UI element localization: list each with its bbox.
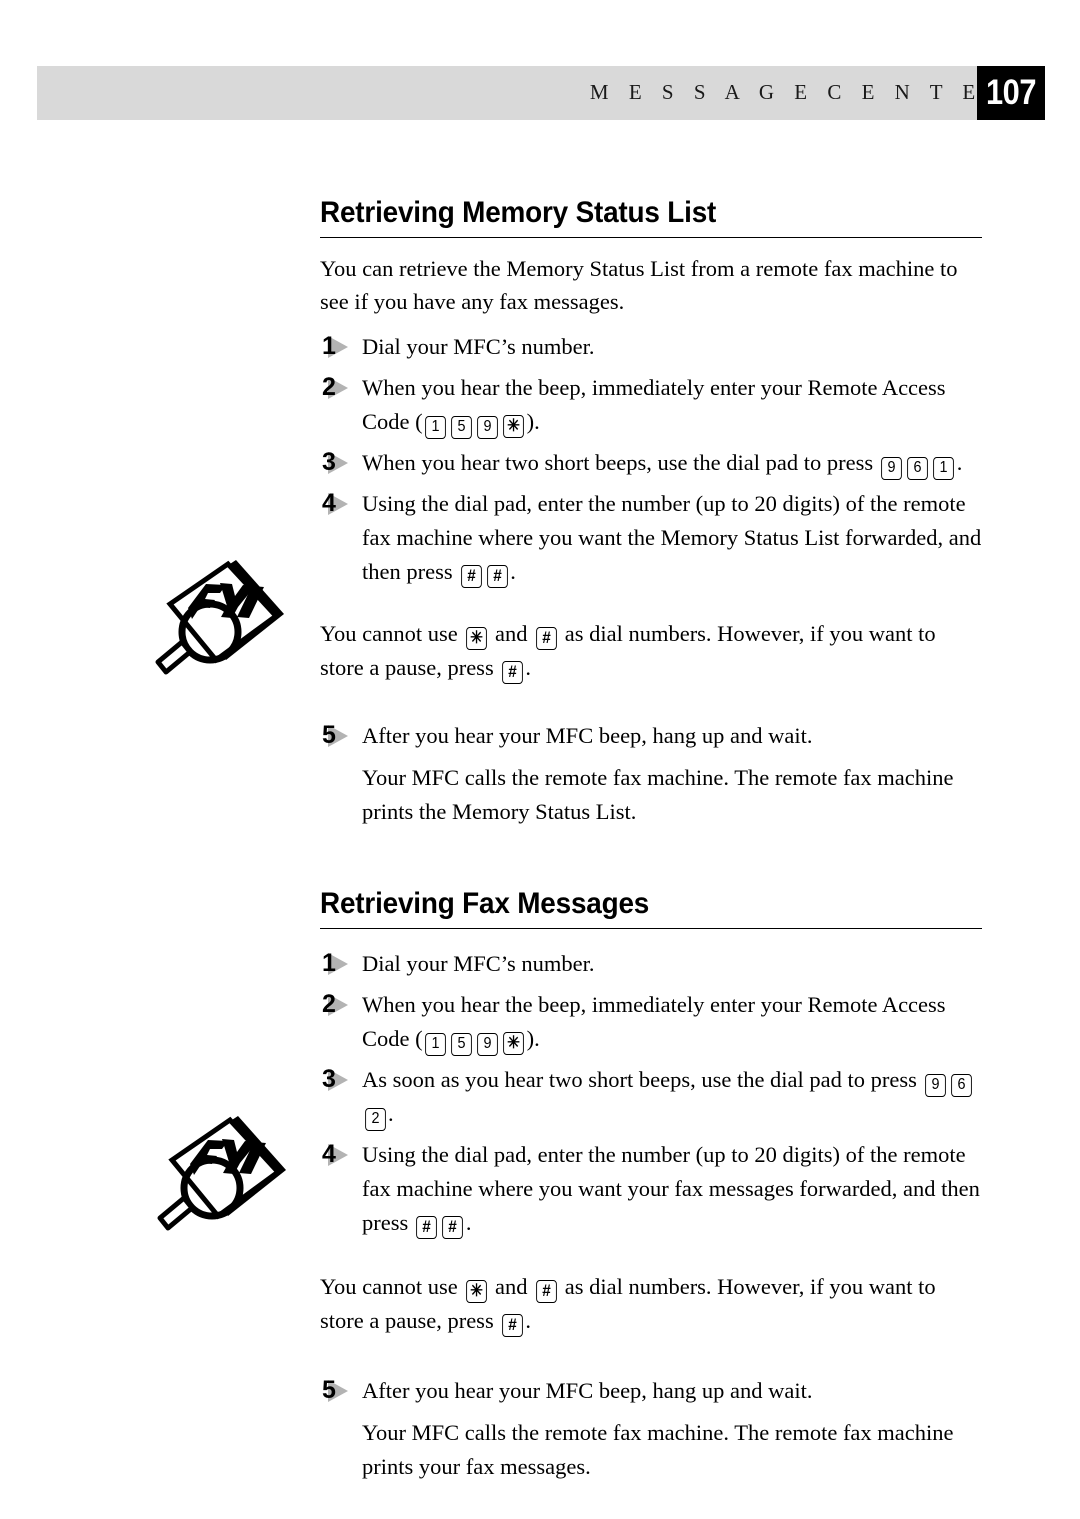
dialpad-key: 2 [364, 1108, 386, 1131]
step-marker: 5 [320, 1376, 354, 1405]
step-item: 5 After you hear your MFC beep, hang up a… [320, 1374, 982, 1408]
fyi-note-part: . [525, 655, 531, 680]
step-text-tail: . [388, 1101, 394, 1126]
dialpad-key: 9 [925, 1074, 946, 1097]
step-number: 5 [322, 721, 336, 749]
dialpad-key-hash: # [501, 661, 523, 684]
step-text-tail: ). [526, 409, 540, 434]
step-text: When you hear the beep, immediately ente… [362, 375, 946, 434]
step-number: 1 [322, 949, 336, 977]
dialpad-key: 6 [951, 1074, 972, 1097]
dialpad-key-asterisk: ✳ [465, 627, 487, 650]
fyi-icon [150, 1112, 290, 1234]
step-marker: 4 [320, 489, 354, 518]
dialpad-key-hash: # [486, 565, 508, 588]
section-retrieving-fax-messages: Retrieving Fax Messages 1 Dial your MFC’s… [320, 887, 982, 1484]
step-number: 4 [322, 1140, 336, 1168]
fyi-note-text: You cannot use ✳ and # as dial numbers. … [320, 1270, 982, 1338]
dialpad-key: 1 [933, 457, 955, 480]
dialpad-key-hash: # [416, 1216, 438, 1239]
dialpad-key-asterisk: ✳ [465, 1280, 487, 1303]
step-marker: 3 [320, 1065, 354, 1094]
dialpad-key-hash: # [535, 1280, 557, 1303]
dialpad-key: 9 [477, 416, 498, 439]
page-number: 107 [985, 73, 1037, 112]
section-heading: Retrieving Fax Messages [320, 887, 982, 929]
step-number: 3 [322, 1065, 336, 1093]
dialpad-key-asterisk: ✳ [503, 1032, 524, 1055]
step-text: When you hear the beep, immediately ente… [362, 992, 946, 1051]
dialpad-key-hash: # [535, 627, 557, 650]
step-number: 4 [322, 489, 336, 517]
step-list: 1 Dial your MFC’s number. 2 When you hear … [320, 330, 982, 589]
section-heading: Retrieving Memory Status List [320, 196, 982, 238]
dialpad-key: 9 [881, 457, 903, 480]
step-text: Dial your MFC’s number. [362, 951, 595, 976]
dialpad-key: 1 [425, 1033, 446, 1056]
dialpad-key: 6 [907, 457, 929, 480]
step-list-continued: 5 After you hear your MFC beep, hang up a… [320, 719, 982, 829]
step-marker: 3 [320, 448, 354, 477]
step-closing-note: Your MFC calls the remote fax machine. T… [362, 1420, 954, 1479]
step-marker: 1 [320, 332, 354, 361]
fyi-note-part: . [525, 1308, 531, 1333]
fyi-note-part: and [489, 621, 534, 646]
step-text: Dial your MFC’s number. [362, 334, 595, 359]
dialpad-key-hash: # [442, 1216, 464, 1239]
step-item: 4 Using the dial pad, enter the number (u… [320, 487, 982, 589]
step-text: When you hear two short beeps, use the d… [362, 450, 879, 475]
step-item: 2 When you hear the beep, immediately ent… [320, 988, 982, 1056]
step-marker: 2 [320, 990, 354, 1019]
fyi-note-part: and [489, 1274, 534, 1299]
section-heading-text: Retrieving Fax Messages [320, 887, 650, 920]
fyi-note-part: You cannot use [320, 621, 464, 646]
step-marker: 4 [320, 1140, 354, 1169]
step-text: After you hear your MFC beep, hang up an… [362, 1378, 813, 1403]
step-list: 1 Dial your MFC’s number. 2 When you hear … [320, 947, 982, 1240]
step-marker: 2 [320, 373, 354, 402]
step-item: 3 When you hear two short beeps, use the … [320, 446, 982, 480]
section-retrieving-memory-status-list: Retrieving Memory Status List You can re… [320, 196, 982, 829]
step-text-tail: . [465, 1210, 472, 1235]
fyi-icon [148, 556, 288, 678]
dialpad-key: 9 [477, 1033, 498, 1056]
step-text-tail: . [510, 559, 516, 584]
step-text-tail: ). [526, 1026, 540, 1051]
step-text: Using the dial pad, enter the number (up… [362, 491, 982, 584]
dialpad-key-hash: # [501, 1314, 523, 1337]
section-heading-text: Retrieving Memory Status List [320, 196, 717, 229]
dialpad-key-hash: # [460, 565, 482, 588]
step-item: 3 As soon as you hear two short beeps, us… [320, 1063, 982, 1131]
fyi-note-part: You cannot use [320, 1274, 464, 1299]
step-text: As soon as you hear two short beeps, use… [362, 1067, 923, 1092]
step-item: 2 When you hear the beep, immediately ent… [320, 371, 982, 439]
page-content: Retrieving Memory Status List You can re… [320, 196, 982, 1484]
step-item: 1 Dial your MFC’s number. [320, 330, 982, 364]
step-item: 4 Using the dial pad, enter the number (u… [320, 1138, 982, 1240]
dialpad-key: 5 [451, 1033, 472, 1056]
step-marker: 1 [320, 949, 354, 978]
step-text-tail: . [956, 450, 963, 475]
dialpad-key-asterisk: ✳ [503, 415, 524, 438]
step-item: 1 Dial your MFC’s number. [320, 947, 982, 981]
dialpad-key: 5 [451, 416, 472, 439]
step-item: 5 After you hear your MFC beep, hang up a… [320, 719, 982, 753]
step-number: 3 [322, 448, 336, 476]
step-closing-note: Your MFC calls the remote fax machine. T… [362, 765, 954, 824]
step-list-continued: 5 After you hear your MFC beep, hang up a… [320, 1374, 982, 1484]
step-text: After you hear your MFC beep, hang up an… [362, 723, 813, 748]
page-header: M E S S A G E C E N T E R 107 [37, 66, 1045, 120]
step-marker: 5 [320, 721, 354, 750]
fyi-note-text: You cannot use ✳ and # as dial numbers. … [320, 617, 982, 685]
section-intro-paragraph: You can retrieve the Memory Status List … [320, 256, 958, 314]
page-number-box: 107 [977, 66, 1045, 120]
step-number: 2 [322, 990, 336, 1018]
dialpad-key: 1 [425, 416, 446, 439]
step-number: 5 [322, 1376, 336, 1404]
running-header-title: M E S S A G E C E N T E R [589, 80, 1017, 104]
step-number: 1 [322, 332, 336, 360]
step-number: 2 [322, 373, 336, 401]
